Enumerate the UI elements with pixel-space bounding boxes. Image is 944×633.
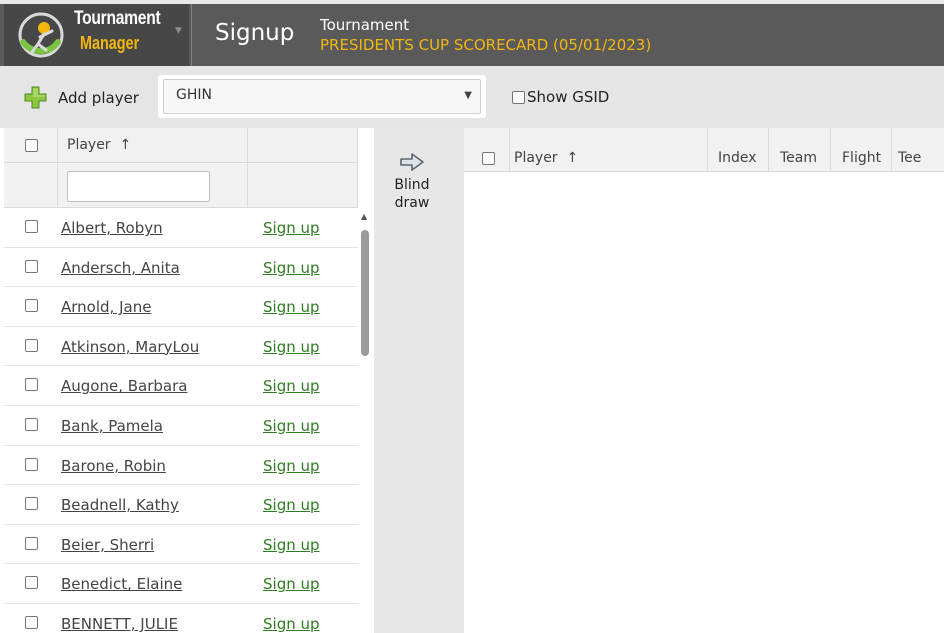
app-logo[interactable]: Tournament Manager ▼: [4, 4, 189, 66]
sign-up-link[interactable]: Sign up: [263, 219, 320, 237]
show-gsid-checkbox[interactable]: [512, 90, 525, 104]
row-checkbox[interactable]: [25, 378, 38, 392]
tee-column-header[interactable]: Tee: [898, 150, 921, 166]
sign-up-link[interactable]: Sign up: [263, 536, 320, 554]
app-header: Tournament Manager ▼ Signup Tournament P…: [0, 0, 944, 66]
tournament-label: Tournament: [320, 16, 410, 34]
header-divider: [4, 162, 358, 163]
sort-ascending-icon: ↑: [566, 150, 579, 166]
index-column-header[interactable]: Index: [718, 150, 757, 166]
table-row: Arnold, Jane Sign up: [4, 287, 358, 327]
row-checkbox[interactable]: [25, 220, 38, 233]
table-row: Augone, Barbara Sign up: [4, 366, 358, 406]
player-name-link[interactable]: Beadnell, Kathy: [61, 496, 179, 514]
player-name-link[interactable]: Beier, Sherri: [61, 536, 154, 554]
row-checkbox[interactable]: [25, 497, 38, 511]
player-name-link[interactable]: Augone, Barbara: [61, 377, 187, 395]
row-checkbox[interactable]: [25, 576, 38, 590]
row-checkbox[interactable]: [25, 338, 38, 352]
header-checkbox-column: [464, 128, 510, 172]
id-type-select-value: GHIN: [176, 87, 212, 103]
player-name-link[interactable]: Atkinson, MaryLou: [61, 338, 199, 356]
row-checkbox[interactable]: [25, 615, 38, 629]
transfer-column: Blind draw: [374, 128, 464, 633]
available-players-grid: Player ↑ Albert, Robyn Sign up Andersch, A…: [4, 128, 358, 633]
sign-up-link[interactable]: Sign up: [263, 298, 320, 316]
table-row: Andersch, Anita Sign up: [4, 247, 358, 288]
add-player-label: Add player: [58, 88, 139, 107]
table-row: Barone, Robin Sign up: [4, 445, 358, 486]
chevron-down-icon: ▼: [464, 90, 472, 101]
row-checkbox[interactable]: [25, 299, 38, 313]
tournament-name: PRESIDENTS CUP SCORECARD (05/01/2023): [320, 36, 652, 54]
logo-text-manager: Manager: [80, 33, 140, 53]
player-name-link[interactable]: Albert, Robyn: [61, 219, 163, 237]
logo-text-tournament: Tournament: [74, 8, 161, 29]
player-name-link[interactable]: Benedict, Elaine: [61, 575, 182, 593]
select-all-checkbox[interactable]: [25, 139, 38, 152]
id-type-select-wrapper: GHIN ▼: [158, 75, 486, 118]
row-checkbox[interactable]: [25, 259, 38, 273]
row-checkbox[interactable]: [25, 457, 38, 471]
sign-up-link[interactable]: Sign up: [263, 259, 320, 277]
header-action-column: [248, 128, 358, 208]
signed-player-column-header[interactable]: Player ↑: [514, 150, 578, 166]
header-divider: [191, 4, 192, 66]
blind-draw-label: Blind draw: [394, 177, 430, 211]
signed-up-players-grid: Player ↑ Index Team Flight Tee: [464, 128, 944, 633]
sign-up-link[interactable]: Sign up: [263, 575, 320, 593]
plus-icon: [24, 86, 47, 109]
add-player-button[interactable]: Add player: [24, 86, 139, 109]
logo-icon: [18, 12, 64, 58]
row-checkbox[interactable]: [25, 536, 38, 550]
team-column-header[interactable]: Team: [780, 150, 817, 166]
available-players-list: Albert, Robyn Sign up Andersch, Anita Sign …: [4, 208, 358, 633]
select-all-signed-checkbox[interactable]: [482, 152, 495, 165]
table-row: Beier, Sherri Sign up: [4, 524, 358, 565]
logo-menu-caret-icon[interactable]: ▼: [175, 26, 182, 36]
scrollbar-thumb[interactable]: [361, 230, 369, 356]
flight-column-header[interactable]: Flight: [842, 150, 881, 166]
scroll-up-icon[interactable]: ▲: [361, 212, 367, 221]
player-name-link[interactable]: Barone, Robin: [61, 457, 166, 475]
id-type-select[interactable]: GHIN ▼: [163, 79, 481, 114]
table-row: Albert, Robyn Sign up: [4, 208, 358, 248]
toolbar: Add player GHIN ▼ Show GSID: [0, 66, 944, 128]
table-row: Atkinson, MaryLou Sign up: [4, 326, 358, 367]
player-column-label: Player: [67, 137, 111, 153]
show-gsid-label: Show GSID: [527, 88, 610, 106]
table-row: Bank, Pamela Sign up: [4, 405, 358, 446]
player-name-link[interactable]: BENNETT, JULIE: [61, 615, 178, 633]
player-name-link[interactable]: Andersch, Anita: [61, 259, 180, 277]
sign-up-link[interactable]: Sign up: [263, 615, 320, 633]
sort-ascending-icon: ↑: [119, 137, 132, 153]
table-row: Benedict, Elaine Sign up: [4, 564, 358, 604]
sign-up-link[interactable]: Sign up: [263, 496, 320, 514]
table-row: Beadnell, Kathy Sign up: [4, 485, 358, 525]
row-checkbox[interactable]: [25, 417, 38, 431]
signed-up-grid-header: Player ↑ Index Team Flight Tee: [464, 128, 944, 172]
sign-up-link[interactable]: Sign up: [263, 417, 320, 435]
table-row: BENNETT, JULIE Sign up: [4, 603, 358, 633]
show-gsid-toggle[interactable]: Show GSID: [512, 88, 609, 106]
sign-up-link[interactable]: Sign up: [263, 377, 320, 395]
sign-up-link[interactable]: Sign up: [263, 457, 320, 475]
player-name-link[interactable]: Bank, Pamela: [61, 417, 163, 435]
arrow-right-icon: [400, 153, 424, 171]
available-grid-header: Player ↑: [4, 128, 358, 208]
page-title: Signup: [215, 20, 295, 46]
blind-draw-button[interactable]: Blind draw: [390, 152, 434, 212]
player-filter-input[interactable]: [67, 171, 210, 202]
player-name-link[interactable]: Arnold, Jane: [61, 298, 151, 316]
sign-up-link[interactable]: Sign up: [263, 338, 320, 356]
signed-player-column-label: Player: [514, 150, 558, 166]
player-column-header[interactable]: Player ↑: [67, 137, 131, 153]
